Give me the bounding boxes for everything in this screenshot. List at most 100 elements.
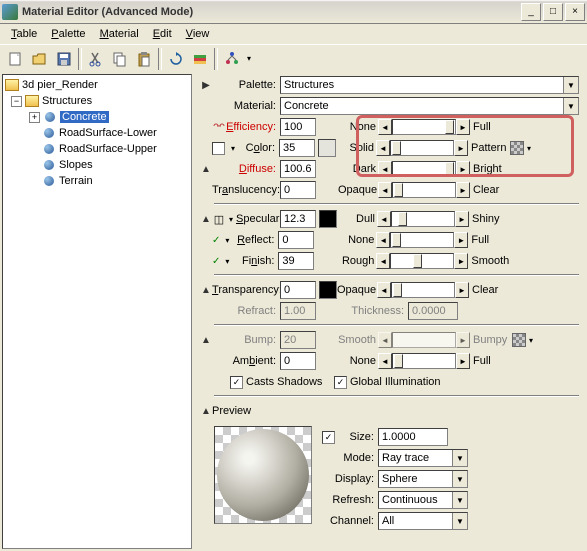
pattern-map-icon[interactable]: [510, 141, 524, 155]
refresh-combo[interactable]: Continuous▼: [378, 491, 468, 509]
menu-view[interactable]: View: [179, 26, 217, 42]
color-checkbox[interactable]: [212, 142, 225, 155]
slider-label-bright: Bright: [470, 163, 510, 175]
color-swatch[interactable]: [318, 139, 336, 157]
display-label: Display:: [322, 473, 378, 485]
bump-map-icon[interactable]: [512, 333, 526, 347]
color-slider[interactable]: ◄►: [376, 140, 468, 156]
collapse-icon[interactable]: ▲: [200, 335, 212, 346]
apply-icon[interactable]: [188, 47, 212, 71]
minimize-button[interactable]: _: [521, 3, 541, 21]
open-icon[interactable]: [28, 47, 52, 71]
slider-label-none: None: [336, 234, 376, 246]
ambient-slider[interactable]: ◄►: [378, 353, 470, 369]
tree-item[interactable]: Terrain: [59, 175, 93, 187]
hierarchy-icon[interactable]: [220, 47, 244, 71]
slider-label-opaque: Opaque: [338, 184, 378, 196]
global-illum-label: Global Illumination: [350, 376, 441, 388]
tree-expand-icon[interactable]: +: [29, 112, 40, 123]
material-icon: [44, 160, 54, 170]
menu-palette[interactable]: Palette: [44, 26, 92, 42]
copy-icon[interactable]: [108, 47, 132, 71]
preview-label: Preview: [212, 405, 251, 417]
menu-material[interactable]: Material: [93, 26, 146, 42]
specular-dropdown-icon[interactable]: ▾: [226, 215, 236, 224]
casts-shadows-checkbox[interactable]: ✓: [230, 376, 243, 389]
collapse-icon[interactable]: ▲: [200, 285, 212, 296]
collapse-icon[interactable]: ▲: [200, 164, 212, 175]
diffuse-label: Diffuse:: [226, 163, 280, 175]
finish-dropdown-icon[interactable]: ▾: [222, 257, 232, 266]
material-combo[interactable]: Concrete ▼: [280, 97, 579, 115]
tree-item[interactable]: RoadSurface-Upper: [59, 143, 157, 155]
reflect-dropdown-icon[interactable]: ▾: [222, 236, 232, 245]
mode-combo[interactable]: Ray trace▼: [378, 449, 468, 467]
link-icon[interactable]: [212, 121, 226, 133]
slider-label-bumpy: Bumpy: [470, 334, 510, 346]
bump-label: Bump:: [212, 334, 280, 346]
material-icon: [44, 176, 54, 186]
specular-input[interactable]: 12.3: [280, 210, 316, 228]
bump-slider: ◄►: [378, 332, 470, 348]
display-combo[interactable]: Sphere▼: [378, 470, 468, 488]
tree-item-concrete[interactable]: Concrete: [60, 111, 109, 123]
channel-combo[interactable]: All▼: [378, 512, 468, 530]
palette-combo[interactable]: Structures ▼: [280, 76, 579, 94]
tree-item[interactable]: RoadSurface-Lower: [59, 127, 157, 139]
transparency-slider[interactable]: ◄►: [377, 282, 469, 298]
translucency-input[interactable]: 0: [280, 181, 316, 199]
efficiency-slider[interactable]: ◄►: [378, 119, 470, 135]
bump-dropdown-icon[interactable]: ▾: [526, 336, 536, 345]
toolbar: ▾: [0, 44, 587, 72]
slider-label-none: None: [338, 355, 378, 367]
tree-expand-icon[interactable]: −: [11, 96, 22, 107]
maximize-button[interactable]: □: [543, 3, 563, 21]
transparency-input[interactable]: 0: [280, 281, 316, 299]
cut-icon[interactable]: [84, 47, 108, 71]
reflect-slider[interactable]: ◄►: [376, 232, 468, 248]
collapse-icon[interactable]: ▲: [200, 406, 212, 417]
size-input[interactable]: 1.0000: [378, 428, 448, 446]
pattern-dropdown-icon[interactable]: ▾: [524, 144, 534, 153]
save-icon[interactable]: [52, 47, 76, 71]
collapse-icon[interactable]: ▲: [200, 214, 212, 225]
paste-icon[interactable]: [132, 47, 156, 71]
refract-label: Refract:: [212, 305, 280, 317]
efficiency-input[interactable]: 100: [280, 118, 316, 136]
tree-item[interactable]: Slopes: [59, 159, 93, 171]
transparency-label: Transparency:: [212, 284, 280, 296]
color-dropdown-icon[interactable]: ▾: [228, 144, 238, 153]
tree-group[interactable]: Structures: [42, 95, 92, 107]
size-checkbox[interactable]: ✓: [322, 431, 335, 444]
material-icon: [44, 144, 54, 154]
translucency-slider[interactable]: ◄►: [378, 182, 470, 198]
finish-slider[interactable]: ◄►: [376, 253, 468, 269]
menu-edit[interactable]: Edit: [146, 26, 179, 42]
specular-swatch[interactable]: [319, 210, 337, 228]
specular-slider[interactable]: ◄►: [377, 211, 469, 227]
collapse-icon[interactable]: ▶: [200, 80, 212, 91]
material-label: Material:: [212, 100, 280, 112]
tree-root[interactable]: 3d pier_Render: [22, 79, 98, 91]
thickness-label: Thickness:: [338, 305, 408, 317]
tree-panel: 3d pier_Render − Structures + Concrete R…: [2, 74, 192, 549]
slider-label-shiny: Shiny: [469, 213, 509, 225]
reflect-input[interactable]: 0: [278, 231, 314, 249]
ambient-input[interactable]: 0: [280, 352, 316, 370]
refresh-icon[interactable]: [164, 47, 188, 71]
material-icon: [44, 128, 54, 138]
check-icon: ✓: [212, 235, 220, 246]
finish-input[interactable]: 39: [278, 252, 314, 270]
menu-bar: Table Palette Material Edit View: [0, 24, 587, 44]
close-button[interactable]: ×: [565, 3, 585, 21]
mode-label: Mode:: [322, 452, 378, 464]
diffuse-input[interactable]: 100.6: [280, 160, 316, 178]
transparency-swatch[interactable]: [319, 281, 337, 299]
menu-table[interactable]: Table: [4, 26, 44, 42]
color-input[interactable]: 35: [279, 139, 315, 157]
translucency-label: Translucency:: [212, 184, 280, 196]
new-icon[interactable]: [4, 47, 28, 71]
diffuse-slider[interactable]: ◄►: [378, 161, 470, 177]
global-illum-checkbox[interactable]: ✓: [334, 376, 347, 389]
hierarchy-dropdown-icon[interactable]: ▾: [244, 54, 254, 63]
